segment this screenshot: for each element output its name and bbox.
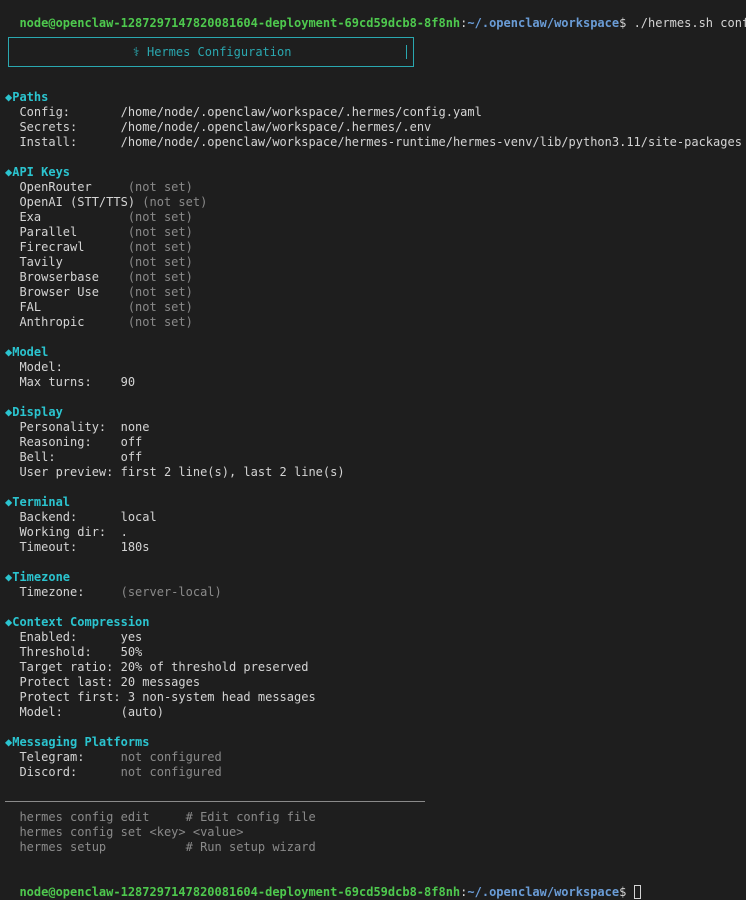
- config-banner: ⚕ Hermes Configuration: [8, 37, 414, 67]
- prompt-dollar: $: [619, 16, 634, 30]
- section-messaging: ◆Messaging Platforms: [5, 735, 150, 750]
- section-title: Terminal: [12, 495, 71, 509]
- section-title: Model: [12, 345, 49, 359]
- row-telegram: Telegram: not configured: [19, 750, 222, 764]
- row-tavily: Tavily (not set): [19, 255, 193, 269]
- help-set: hermes config set <key> <value>: [19, 825, 244, 839]
- section-paths: ◆Paths: [5, 90, 48, 105]
- section-title: API Keys: [12, 165, 71, 179]
- row-timeout: Timeout: 180s: [19, 540, 150, 554]
- prompt-path: ~/.openclaw/workspace: [467, 16, 620, 30]
- row-secrets-path: Secrets: /home/node/.openclaw/workspace/…: [19, 120, 432, 134]
- row-protect-first: Protect first: 3 non-system head message…: [19, 690, 316, 704]
- section-display: ◆Display: [5, 405, 63, 420]
- row-browserbase: Browserbase (not set): [19, 270, 193, 284]
- section-title: Messaging Platforms: [12, 735, 150, 749]
- row-personality: Personality: none: [19, 420, 150, 434]
- banner-title: ⚕ Hermes Configuration: [132, 45, 292, 59]
- section-api-keys: ◆API Keys: [5, 165, 70, 180]
- row-browser-use: Browser Use (not set): [19, 285, 193, 299]
- section-context-compression: ◆Context Compression: [5, 615, 150, 630]
- row-openrouter: OpenRouter (not set): [19, 180, 193, 194]
- row-discord: Discord: not configured: [19, 765, 222, 779]
- row-user-preview: User preview: first 2 line(s), last 2 li…: [19, 465, 345, 479]
- command-text: ./hermes.sh config: [633, 16, 746, 30]
- section-terminal: ◆Terminal: [5, 495, 70, 510]
- row-exa: Exa (not set): [19, 210, 193, 224]
- row-timezone: Timezone: (server-local): [19, 585, 222, 599]
- row-model: Model:: [19, 360, 63, 374]
- help-setup: hermes setup # Run setup wizard: [19, 840, 316, 854]
- command-line-top: node@openclaw-1287297147820081604-deploy…: [5, 1, 746, 30]
- row-max-turns: Max turns: 90: [19, 375, 136, 389]
- section-title: Context Compression: [12, 615, 150, 629]
- terminal-cursor[interactable]: [633, 885, 641, 899]
- row-protect-last: Protect last: 20 messages: [19, 675, 201, 689]
- section-model: ◆Model: [5, 345, 48, 360]
- row-bell: Bell: off: [19, 450, 143, 464]
- prompt-path: ~/.openclaw/workspace: [467, 885, 620, 899]
- help-edit: hermes config edit # Edit config file: [19, 810, 316, 824]
- row-reasoning: Reasoning: off: [19, 435, 143, 449]
- row-backend: Backend: local: [19, 510, 157, 524]
- row-openai: OpenAI (STT/TTS) (not set): [19, 195, 208, 209]
- row-enabled: Enabled: yes: [19, 630, 143, 644]
- prompt-user-host: node@openclaw-1287297147820081604-deploy…: [19, 16, 461, 30]
- banner-inner-bar: [406, 45, 407, 59]
- section-title: Paths: [12, 90, 49, 104]
- divider: [5, 801, 425, 802]
- section-title: Timezone: [12, 570, 71, 584]
- row-anthropic: Anthropic (not set): [19, 315, 193, 329]
- row-config-path: Config: /home/node/.openclaw/workspace/.…: [19, 105, 482, 119]
- command-line-bottom[interactable]: node@openclaw-1287297147820081604-deploy…: [5, 870, 641, 899]
- prompt-dollar: $: [619, 885, 634, 899]
- section-timezone: ◆Timezone: [5, 570, 70, 585]
- row-target-ratio: Target ratio: 20% of threshold preserved: [19, 660, 309, 674]
- row-threshold: Threshold: 50%: [19, 645, 143, 659]
- row-parallel: Parallel (not set): [19, 225, 193, 239]
- row-fal: FAL (not set): [19, 300, 193, 314]
- row-install-path: Install: /home/node/.openclaw/workspace/…: [19, 135, 742, 149]
- row-compression-model: Model: (auto): [19, 705, 164, 719]
- row-working-dir: Working dir: .: [19, 525, 128, 539]
- row-firecrawl: Firecrawl (not set): [19, 240, 193, 254]
- section-title: Display: [12, 405, 63, 419]
- banner-right-border: [413, 37, 414, 67]
- prompt-user-host: node@openclaw-1287297147820081604-deploy…: [19, 885, 461, 899]
